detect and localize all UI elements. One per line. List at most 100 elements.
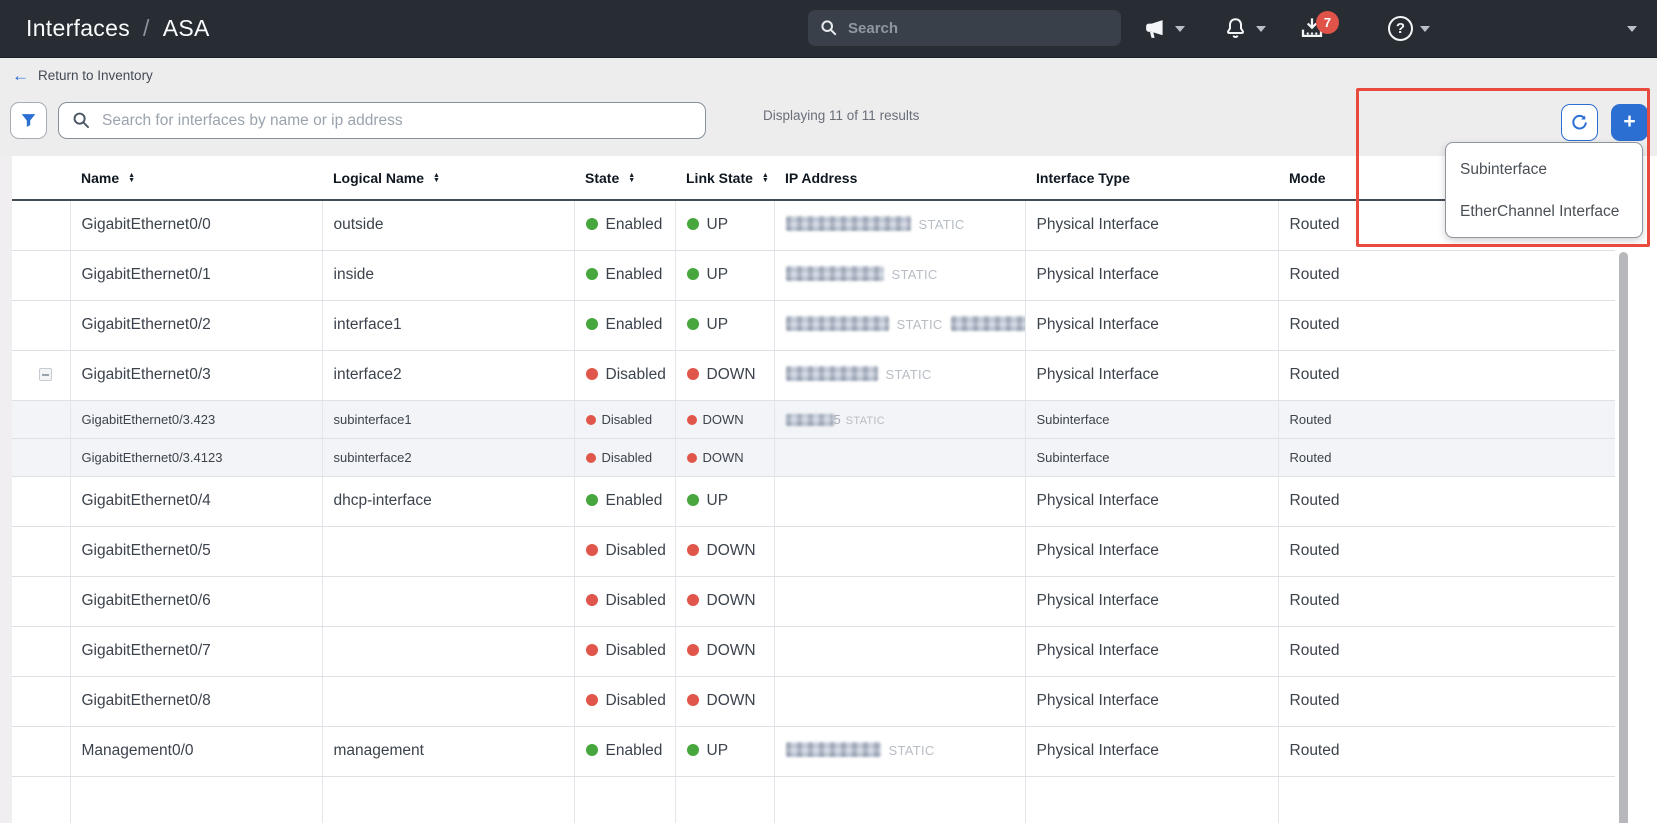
global-search-input[interactable]	[848, 20, 1088, 37]
column-header-ip-address: IP Address	[774, 156, 1025, 200]
cell-ip-address	[774, 438, 1025, 476]
cell-interface-type: Subinterface	[1025, 400, 1278, 438]
table-row[interactable]: GigabitEthernet0/1insideEnabledUPSTATICP…	[12, 250, 1615, 300]
column-header-state[interactable]: State▲▼	[574, 156, 675, 200]
cell-name	[70, 776, 322, 823]
download-count-badge: 7	[1316, 11, 1339, 34]
expand-cell	[12, 250, 70, 300]
expand-cell	[12, 776, 70, 823]
bell-icon	[1222, 15, 1249, 42]
cell-interface-type: Physical Interface	[1025, 726, 1278, 776]
redacted-ip	[786, 366, 878, 381]
status-up-dot	[586, 318, 598, 330]
column-header-logical-name[interactable]: Logical Name▲▼	[322, 156, 574, 200]
expand-cell	[12, 526, 70, 576]
status-up-dot	[586, 268, 598, 280]
sort-icon[interactable]: ▲▼	[128, 173, 135, 183]
table-row[interactable]: GigabitEthernet0/3.4123subinterface2Disa…	[12, 438, 1615, 476]
cell-link-state: DOWN	[675, 526, 774, 576]
cell-ip-address	[774, 476, 1025, 526]
cell-name: GigabitEthernet0/8	[70, 676, 322, 726]
column-header-expand	[12, 156, 70, 200]
cell-state: Disabled	[574, 350, 675, 400]
cell-name: GigabitEthernet0/4	[70, 476, 322, 526]
cell-link-state: DOWN	[675, 400, 774, 438]
cell-interface-type: Physical Interface	[1025, 250, 1278, 300]
sort-icon[interactable]: ▲▼	[628, 173, 635, 183]
cell-state: Enabled	[574, 300, 675, 350]
breadcrumb-asa: ASA	[163, 15, 210, 42]
status-up-dot	[687, 218, 699, 230]
table-row[interactable]: Management0/0managementEnabledUPSTATICPh…	[12, 726, 1615, 776]
cell-ip-address: STATIC	[774, 300, 1025, 350]
filter-funnel-icon	[20, 112, 37, 129]
cell-logical-name: interface2	[322, 350, 574, 400]
cell-logical-name: outside	[322, 200, 574, 250]
filter-button[interactable]	[10, 102, 47, 139]
redacted-ip	[951, 316, 1025, 331]
back-arrow-icon: ←	[12, 67, 29, 84]
cell-name: GigabitEthernet0/1	[70, 250, 322, 300]
column-header-link-state[interactable]: Link State▲▼	[675, 156, 774, 200]
table-row[interactable]: GigabitEthernet0/3.423subinterface1Disab…	[12, 400, 1615, 438]
return-to-inventory-link[interactable]: ← Return to Inventory	[12, 67, 153, 84]
table-row[interactable]: GigabitEthernet0/0outsideEnabledUPSTATIC…	[12, 200, 1615, 250]
table-scrollbar[interactable]	[1619, 252, 1628, 823]
column-header-interface-type: Interface Type	[1025, 156, 1278, 200]
cell-link-state: UP	[675, 250, 774, 300]
cell-link-state: DOWN	[675, 350, 774, 400]
cell-state: Disabled	[574, 526, 675, 576]
status-down-dot	[687, 644, 699, 656]
user-menu[interactable]	[1627, 0, 1637, 57]
table-row[interactable]: GigabitEthernet0/5DisabledDOWNPhysical I…	[12, 526, 1615, 576]
menu-item-etherchannel-interface[interactable]: EtherChannel Interface	[1446, 191, 1642, 233]
interface-search-input[interactable]	[102, 112, 662, 130]
collapse-toggle-icon[interactable]	[39, 368, 52, 381]
announcements-menu[interactable]	[1142, 0, 1185, 57]
cell-state: Enabled	[574, 726, 675, 776]
cell-interface-type: Physical Interface	[1025, 576, 1278, 626]
cell-name: Management0/0	[70, 726, 322, 776]
table-row[interactable]: GigabitEthernet0/3interface2DisabledDOWN…	[12, 350, 1615, 400]
global-search[interactable]	[808, 10, 1121, 46]
table-row[interactable]: GigabitEthernet0/2interface1EnabledUPSTA…	[12, 300, 1615, 350]
refresh-button[interactable]	[1561, 104, 1598, 141]
interface-search[interactable]	[58, 102, 706, 139]
add-interface-button[interactable]: +	[1611, 104, 1648, 141]
table-row[interactable]: GigabitEthernet0/6DisabledDOWNPhysical I…	[12, 576, 1615, 626]
megaphone-icon	[1142, 16, 1168, 42]
cell-ip-address	[774, 626, 1025, 676]
cell-link-state	[675, 776, 774, 823]
static-label: STATIC	[919, 217, 965, 232]
table-row[interactable]: GigabitEthernet0/4dhcp-interfaceEnabledU…	[12, 476, 1615, 526]
status-up-dot	[586, 494, 598, 506]
cell-name: GigabitEthernet0/2	[70, 300, 322, 350]
help-menu[interactable]: ?	[1388, 0, 1430, 57]
cell-logical-name: dhcp-interface	[322, 476, 574, 526]
sort-icon[interactable]: ▲▼	[433, 173, 440, 183]
sort-icon[interactable]: ▲▼	[762, 173, 769, 183]
notifications-menu[interactable]	[1222, 0, 1266, 57]
status-down-dot	[687, 544, 699, 556]
table-row[interactable]: GigabitEthernet0/7DisabledDOWNPhysical I…	[12, 626, 1615, 676]
cell-mode: Routed	[1278, 576, 1615, 626]
search-icon	[820, 19, 838, 37]
column-header-name[interactable]: Name▲▼	[70, 156, 322, 200]
cell-state: Disabled	[574, 400, 675, 438]
cell-logical-name: interface1	[322, 300, 574, 350]
expand-cell	[12, 200, 70, 250]
menu-item-subinterface[interactable]: Subinterface	[1446, 149, 1642, 191]
table-row[interactable]: GigabitEthernet0/8DisabledDOWNPhysical I…	[12, 676, 1615, 726]
cell-mode: Routed	[1278, 626, 1615, 676]
cell-interface-type	[1025, 776, 1278, 823]
top-navigation-bar: Interfaces / ASA 7	[0, 0, 1657, 57]
static-label: STATIC	[892, 267, 938, 282]
downloads-tray[interactable]: 7	[1297, 0, 1327, 57]
table-row[interactable]	[12, 776, 1615, 823]
expand-cell	[12, 400, 70, 438]
cell-interface-type: Physical Interface	[1025, 350, 1278, 400]
chevron-down-icon	[1420, 26, 1430, 32]
breadcrumb-interfaces[interactable]: Interfaces	[26, 15, 130, 42]
cell-ip-address	[774, 526, 1025, 576]
cell-ip-address: STATIC	[774, 200, 1025, 250]
